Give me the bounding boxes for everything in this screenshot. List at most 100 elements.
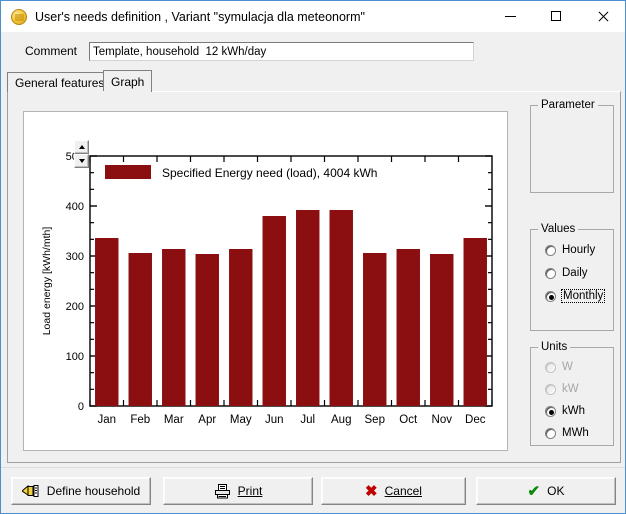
radio-units-kwh-label: kWh [562, 405, 585, 417]
radio-units-w: W [545, 361, 573, 373]
x-tick-label: May [230, 414, 252, 426]
check-mark-icon: ✔ [527, 482, 541, 500]
chevron-up-icon [78, 145, 85, 149]
minimize-icon [504, 15, 516, 17]
ok-button[interactable]: ✔ OK [476, 477, 616, 505]
legend-label: Specified Energy need (load), 4004 kWh [162, 166, 377, 180]
tab-general-features[interactable]: General features [7, 72, 113, 92]
y-axis-label: Load energy [kWh/mth] [41, 227, 53, 336]
tab-seam [98, 91, 144, 93]
ok-button-label: OK [547, 484, 565, 498]
chart-bar [162, 249, 186, 406]
x-tick-label: Mar [164, 414, 184, 426]
radio-values-monthly[interactable]: Monthly [545, 289, 606, 303]
cancel-button[interactable]: ✖ Cancel [321, 477, 466, 505]
cancel-button-text: Cancel [384, 484, 422, 498]
cancel-button-label: Cancel [385, 484, 422, 498]
window-controls [487, 1, 625, 31]
chart-bar [396, 249, 420, 406]
chart-bar [463, 238, 487, 406]
x-tick-label: Aug [331, 414, 351, 426]
chart-container: 0100200300400500Load energy [kWh/mth]Jan… [23, 111, 508, 451]
radio-values-monthly-label: Monthly [560, 289, 606, 303]
comment-label: Comment [25, 44, 78, 58]
legend-swatch [105, 165, 151, 179]
load-energy-bar-chart: 0100200300400500Load energy [kWh/mth]Jan… [41, 151, 493, 426]
radio-mark-icon [545, 244, 556, 256]
dialog-button-bar: Define household Print ✖ Cancel ✔ OK [1, 467, 625, 513]
title-bar: User's needs definition , Variant "symul… [1, 1, 625, 32]
window-title: User's needs definition , Variant "symul… [35, 9, 365, 24]
radio-values-hourly[interactable]: Hourly [545, 244, 595, 256]
tab-general-features-label: General features [15, 75, 105, 90]
radio-mark-icon [545, 383, 556, 395]
tab-graph[interactable]: Graph [103, 70, 153, 92]
radio-values-hourly-label: Hourly [562, 244, 596, 256]
x-tick-label: Apr [198, 414, 216, 426]
x-tick-label: Jan [97, 414, 116, 426]
chart-bar [296, 210, 320, 406]
y-tick-label: 300 [66, 251, 84, 263]
print-button[interactable]: Print [163, 477, 313, 505]
scale-spinner[interactable] [74, 140, 89, 168]
maximize-icon [551, 11, 561, 21]
radio-values-daily-label: Daily [562, 267, 588, 279]
comment-input[interactable] [89, 42, 474, 61]
scale-spinner-up-button[interactable] [74, 140, 89, 154]
x-mark-icon: ✖ [365, 482, 378, 500]
x-tick-label: Oct [399, 414, 418, 426]
radio-mark-icon [545, 427, 556, 439]
x-tick-label: Jun [265, 414, 284, 426]
minimize-button[interactable] [487, 1, 533, 31]
values-group-title: Values [538, 223, 579, 235]
y-tick-label: 400 [66, 201, 84, 213]
define-household-button[interactable]: Define household [11, 477, 151, 505]
y-tick-label: 100 [66, 351, 84, 363]
values-group: Values Hourly Daily Monthly [530, 223, 614, 331]
units-group: Units W kW kWh MWh [530, 341, 614, 446]
x-tick-label: Nov [432, 414, 453, 426]
radio-units-mwh-label: MWh [562, 427, 589, 439]
household-gold-icon [11, 8, 27, 25]
radio-mark-selected-icon [545, 290, 556, 302]
chart-bar [430, 254, 454, 406]
chart-bar [363, 253, 387, 406]
parameter-group: Parameter [530, 99, 614, 193]
x-tick-label: Sep [365, 414, 385, 426]
y-tick-label: 0 [78, 401, 84, 413]
chart-bar [229, 249, 253, 406]
units-group-title: Units [538, 341, 571, 353]
radio-mark-selected-icon [545, 405, 556, 417]
parameter-group-title: Parameter [538, 99, 598, 111]
radio-units-w-label: W [562, 361, 573, 373]
close-button[interactable] [579, 1, 625, 31]
printer-icon [214, 483, 231, 499]
x-tick-label: Jul [300, 414, 315, 426]
chevron-down-icon [78, 159, 85, 163]
chart-bar [195, 254, 219, 406]
radio-values-daily[interactable]: Daily [545, 267, 588, 279]
radio-units-kwh[interactable]: kWh [545, 405, 585, 417]
tab-graph-label: Graph [111, 74, 145, 89]
house-icon [21, 484, 40, 498]
radio-mark-icon [545, 267, 556, 279]
tab-strip: General features Graph [7, 70, 621, 92]
chart-bar [95, 238, 119, 406]
radio-units-mwh[interactable]: MWh [545, 427, 589, 439]
chart-bar [128, 253, 152, 406]
radio-units-kw: kW [545, 383, 579, 395]
print-button-label: Print [238, 484, 263, 498]
user-needs-definition-window: User's needs definition , Variant "symul… [0, 0, 626, 514]
x-tick-label: Feb [130, 414, 150, 426]
radio-mark-icon [545, 361, 556, 373]
define-household-button-label: Define household [46, 484, 141, 498]
chart-bar [262, 216, 286, 406]
scale-spinner-down-button[interactable] [74, 154, 89, 168]
radio-units-kw-label: kW [562, 383, 579, 395]
print-button-text: Print [237, 484, 263, 498]
close-icon [597, 11, 608, 22]
chart-bar [329, 210, 353, 406]
maximize-button[interactable] [533, 1, 579, 31]
y-tick-label: 200 [66, 301, 84, 313]
x-tick-label: Dec [465, 414, 486, 426]
